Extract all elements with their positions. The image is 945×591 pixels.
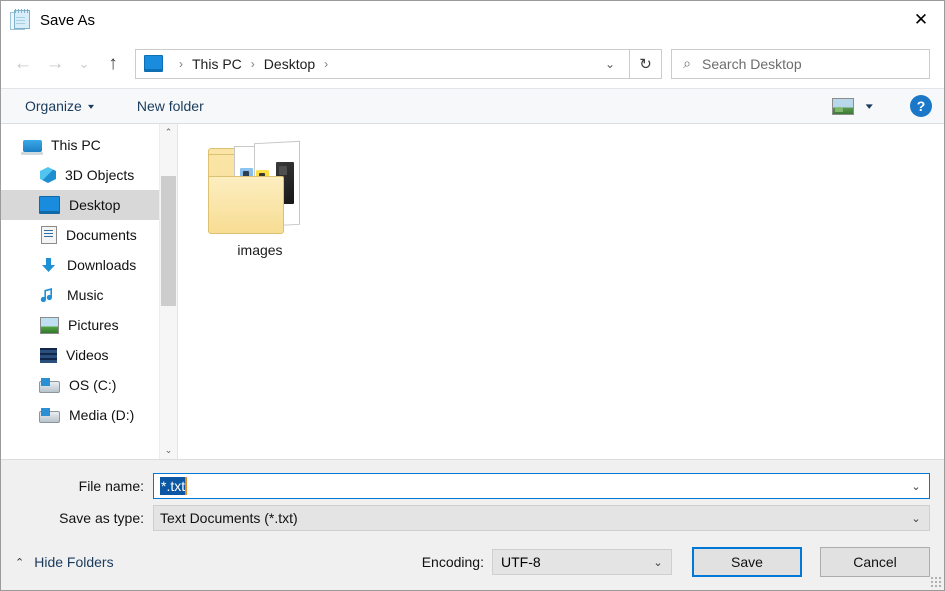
notepad-icon: [10, 9, 30, 30]
dialog-footer: ⌃ Hide Folders Encoding: UTF-8 ⌄ Save Ca…: [1, 534, 944, 590]
downloads-icon: [39, 257, 58, 274]
scrollbar-track[interactable]: [160, 141, 177, 442]
breadcrumb-separator-1: ›: [250, 56, 255, 71]
dialog-body: This PC 3D Objects Desktop Documents Dow…: [1, 124, 944, 459]
view-chevron-down-icon[interactable]: ▾: [866, 101, 873, 112]
save-as-dialog: Save As ✕ ← → ⌄ ↑ › This PC › Desktop › …: [0, 0, 945, 591]
encoding-field[interactable]: UTF-8 ⌄: [492, 549, 672, 575]
computer-icon: [21, 140, 43, 155]
organize-button[interactable]: Organize ▾: [21, 89, 97, 123]
videos-icon: [40, 347, 57, 363]
chevron-down-icon: ▾: [87, 101, 94, 111]
file-name-label: File name:: [78, 478, 144, 494]
navigation-bar: ← → ⌄ ↑ › This PC › Desktop › ⌄ ↻ ⌕ Sear…: [1, 39, 944, 88]
breadcrumb-dropdown-icon[interactable]: ⌄: [595, 57, 625, 71]
chevron-up-icon: ⌃: [15, 556, 25, 569]
toolbar: Organize ▾ New folder ▾ ?: [1, 88, 944, 124]
breadcrumb-item-this-pc[interactable]: This PC: [192, 56, 242, 72]
refresh-icon[interactable]: ↻: [630, 48, 662, 79]
sidebar-item-desktop[interactable]: Desktop: [1, 190, 177, 220]
encoding-value: UTF-8: [501, 554, 541, 570]
scrollbar-thumb[interactable]: [161, 176, 176, 306]
hide-folders-button[interactable]: ⌃ Hide Folders: [15, 554, 114, 570]
music-icon: [39, 287, 58, 304]
resize-grip[interactable]: [929, 575, 941, 587]
sidebar-item-3d-objects[interactable]: 3D Objects: [1, 160, 177, 190]
sidebar-item-os-c[interactable]: OS (C:): [1, 370, 177, 400]
sidebar-item-videos[interactable]: Videos: [1, 340, 177, 370]
sidebar-item-label: Desktop: [69, 197, 121, 213]
sidebar-item-this-pc[interactable]: This PC: [1, 130, 177, 160]
breadcrumb-separator-0: ›: [179, 56, 183, 71]
save-button[interactable]: Save: [692, 547, 802, 577]
search-input[interactable]: ⌕ Search Desktop: [671, 48, 930, 79]
sidebar-item-label: OS (C:): [69, 377, 117, 393]
view-mode-icon[interactable]: [832, 97, 855, 115]
organize-label: Organize: [25, 98, 82, 114]
sidebar-item-label: Documents: [66, 227, 137, 243]
encoding-chevron-down-icon[interactable]: ⌄: [645, 550, 671, 574]
sidebar-scrollbar[interactable]: ⌃ ⌄: [159, 124, 177, 459]
sidebar-item-label: Videos: [66, 347, 109, 363]
desktop-icon: [39, 196, 60, 214]
sidebar-item-media-d[interactable]: Media (D:): [1, 400, 177, 430]
hide-folders-label: Hide Folders: [34, 554, 114, 570]
up-icon[interactable]: ↑: [97, 49, 129, 79]
help-icon[interactable]: ?: [910, 95, 932, 117]
file-list[interactable]: images: [178, 124, 944, 459]
sidebar-item-documents[interactable]: Documents: [1, 220, 177, 250]
recent-locations-icon[interactable]: ⌄: [71, 49, 97, 79]
pictures-icon: [40, 316, 59, 334]
title-bar: Save As ✕: [1, 1, 944, 39]
sidebar-item-label: Pictures: [68, 317, 119, 333]
sidebar-item-pictures[interactable]: Pictures: [1, 310, 177, 340]
file-name-value-wrap[interactable]: *.txt: [158, 477, 903, 495]
list-item-label: images: [237, 242, 283, 258]
folder-icon: [208, 140, 312, 236]
3d-objects-icon: [40, 167, 56, 183]
breadcrumb[interactable]: › This PC › Desktop › ⌄: [135, 48, 630, 79]
form-panel: File name: *.txt ⌄ Save as type: Text Do…: [1, 459, 944, 590]
sidebar-item-music[interactable]: Music: [1, 280, 177, 310]
drive-icon: [39, 378, 60, 393]
scroll-up-icon[interactable]: ⌃: [160, 124, 177, 141]
sidebar-item-label: Music: [67, 287, 104, 303]
sidebar-item-label: Downloads: [67, 257, 137, 273]
sidebar-item-label: 3D Objects: [65, 167, 135, 183]
drive-icon: [39, 408, 60, 423]
save-as-type-field[interactable]: Text Documents (*.txt) ⌄: [153, 505, 930, 531]
cancel-button[interactable]: Cancel: [820, 547, 930, 577]
save-as-type-row: Save as type: Text Documents (*.txt) ⌄: [1, 502, 944, 534]
window-title: Save As: [40, 11, 96, 29]
this-pc-icon: [144, 55, 163, 72]
back-icon[interactable]: ←: [7, 49, 39, 79]
file-name-row: File name: *.txt ⌄: [1, 470, 944, 502]
close-icon[interactable]: ✕: [898, 1, 944, 38]
scroll-down-icon[interactable]: ⌄: [160, 442, 177, 459]
sidebar-item-label: Media (D:): [69, 407, 135, 423]
sidebar-item-downloads[interactable]: Downloads: [1, 250, 177, 280]
navigation-pane: This PC 3D Objects Desktop Documents Dow…: [1, 124, 178, 459]
encoding-label: Encoding:: [421, 554, 484, 570]
file-name-value: *.txt: [160, 477, 188, 495]
documents-icon: [41, 226, 57, 244]
search-icon: ⌕: [683, 55, 691, 71]
breadcrumb-item-desktop[interactable]: Desktop: [264, 56, 315, 72]
file-name-chevron-down-icon[interactable]: ⌄: [903, 474, 929, 498]
search-placeholder: Search Desktop: [702, 55, 802, 72]
file-name-field[interactable]: *.txt ⌄: [153, 473, 930, 499]
forward-icon[interactable]: →: [39, 49, 71, 79]
new-folder-button[interactable]: New folder: [133, 89, 208, 123]
save-as-type-chevron-down-icon[interactable]: ⌄: [903, 506, 929, 530]
sidebar-item-label: This PC: [51, 137, 101, 153]
list-item[interactable]: images: [204, 140, 316, 258]
save-as-type-label: Save as type:: [59, 510, 144, 526]
breadcrumb-separator-2: ›: [324, 56, 329, 71]
save-as-type-value: Text Documents (*.txt): [160, 510, 298, 526]
